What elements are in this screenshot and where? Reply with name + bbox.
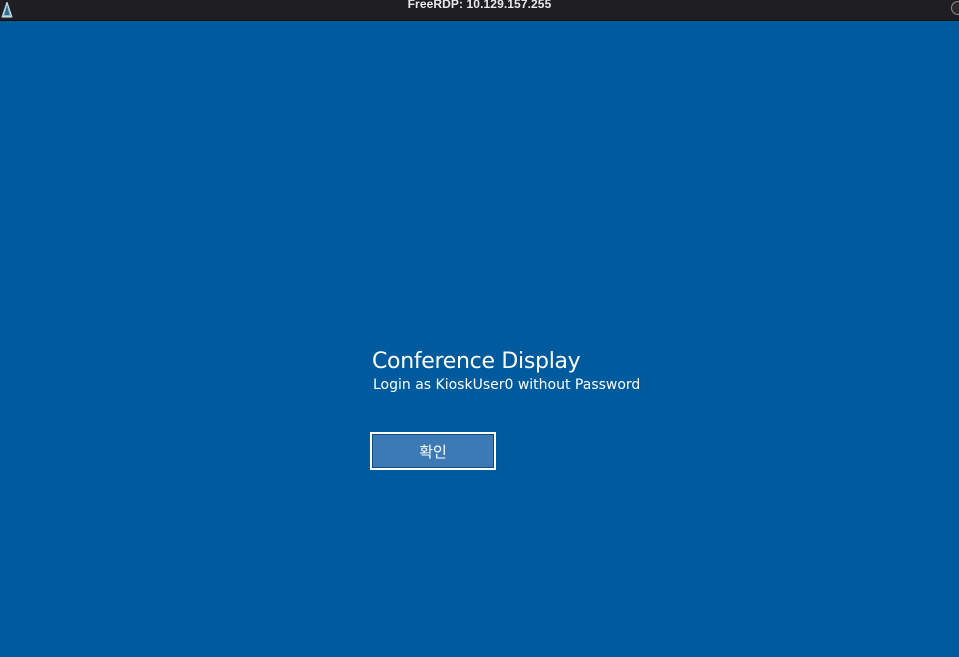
login-subtitle: Login as KioskUser0 without Password xyxy=(373,377,641,393)
login-title: Conference Display xyxy=(372,349,581,374)
window-titlebar[interactable]: FreeRDP: 10.129.157.255 xyxy=(0,0,959,21)
window-title: FreeRDP: 10.129.157.255 xyxy=(407,0,552,11)
login-message-panel: Conference Display Login as KioskUser0 w… xyxy=(372,348,732,394)
freerdp-icon[interactable] xyxy=(1,0,13,18)
window-control-icon[interactable] xyxy=(951,1,959,15)
remote-desktop-background xyxy=(0,21,959,657)
confirm-button[interactable]: 확인 xyxy=(370,432,496,470)
